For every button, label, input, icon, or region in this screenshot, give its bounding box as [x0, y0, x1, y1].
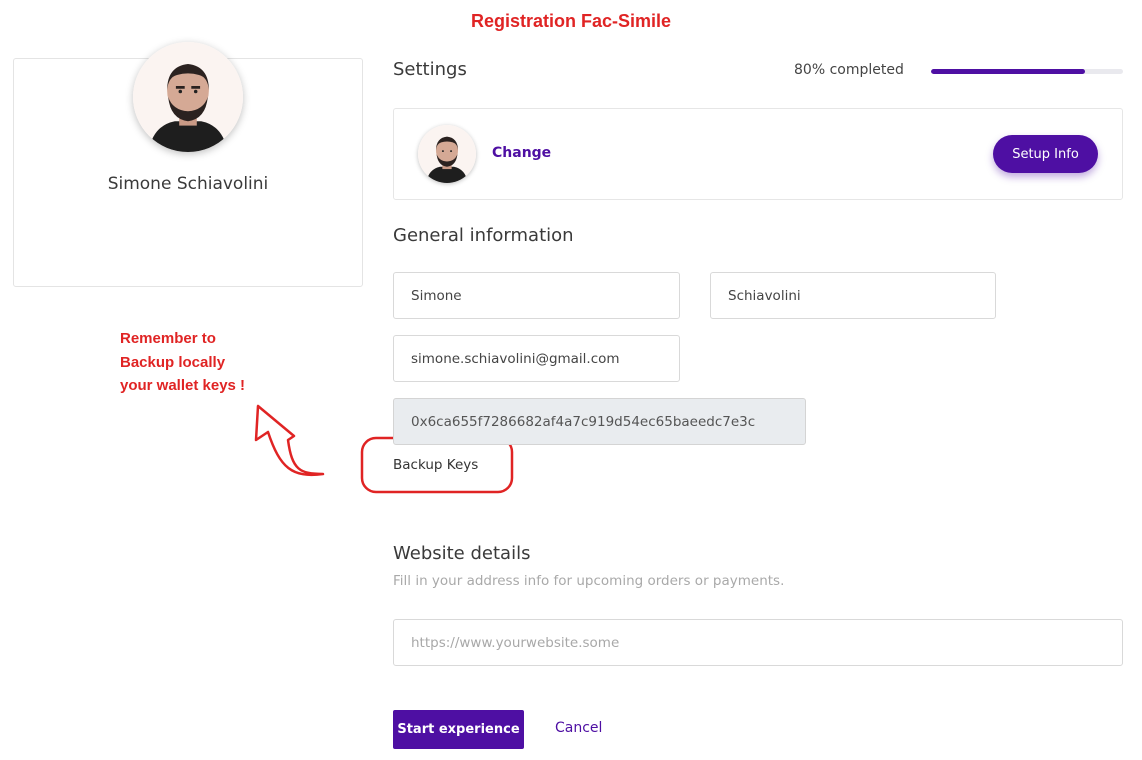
general-info-title: General information — [393, 225, 574, 246]
website-url-input[interactable] — [393, 619, 1123, 666]
progress-label: 80% completed — [794, 62, 904, 78]
email-field[interactable] — [393, 335, 680, 382]
settings-title: Settings — [393, 59, 467, 80]
profile-name: Simone Schiavolini — [107, 174, 269, 194]
annotation-arrow-icon — [254, 404, 325, 477]
backup-keys-link[interactable]: Backup Keys — [393, 457, 478, 473]
website-subtitle: Fill in your address info for upcoming o… — [393, 573, 785, 589]
start-experience-button[interactable]: Start experience — [393, 710, 524, 749]
progress-fill — [931, 69, 1085, 74]
profile-avatar — [133, 42, 243, 152]
wallet-address-field[interactable] — [393, 398, 806, 445]
progress-bar — [931, 69, 1123, 74]
photo-panel: Change Setup Info — [393, 108, 1123, 200]
annotation-line: your wallet keys ! — [120, 377, 246, 394]
setup-info-button[interactable]: Setup Info — [993, 135, 1098, 173]
user-avatar-icon — [133, 42, 243, 152]
annotation-line: Remember to — [120, 330, 216, 347]
last-name-field[interactable] — [710, 272, 996, 319]
small-avatar — [418, 125, 476, 183]
banner-title: Registration Fac-Simile — [470, 11, 672, 31]
website-details-title: Website details — [393, 543, 531, 564]
cancel-link[interactable]: Cancel — [555, 720, 602, 736]
annotation-note: Remember to Backup locally your wallet k… — [120, 327, 320, 398]
first-name-field[interactable] — [393, 272, 680, 319]
change-photo-link[interactable]: Change — [492, 145, 551, 161]
annotation-line: Backup locally — [120, 353, 226, 371]
user-avatar-icon — [418, 125, 476, 183]
